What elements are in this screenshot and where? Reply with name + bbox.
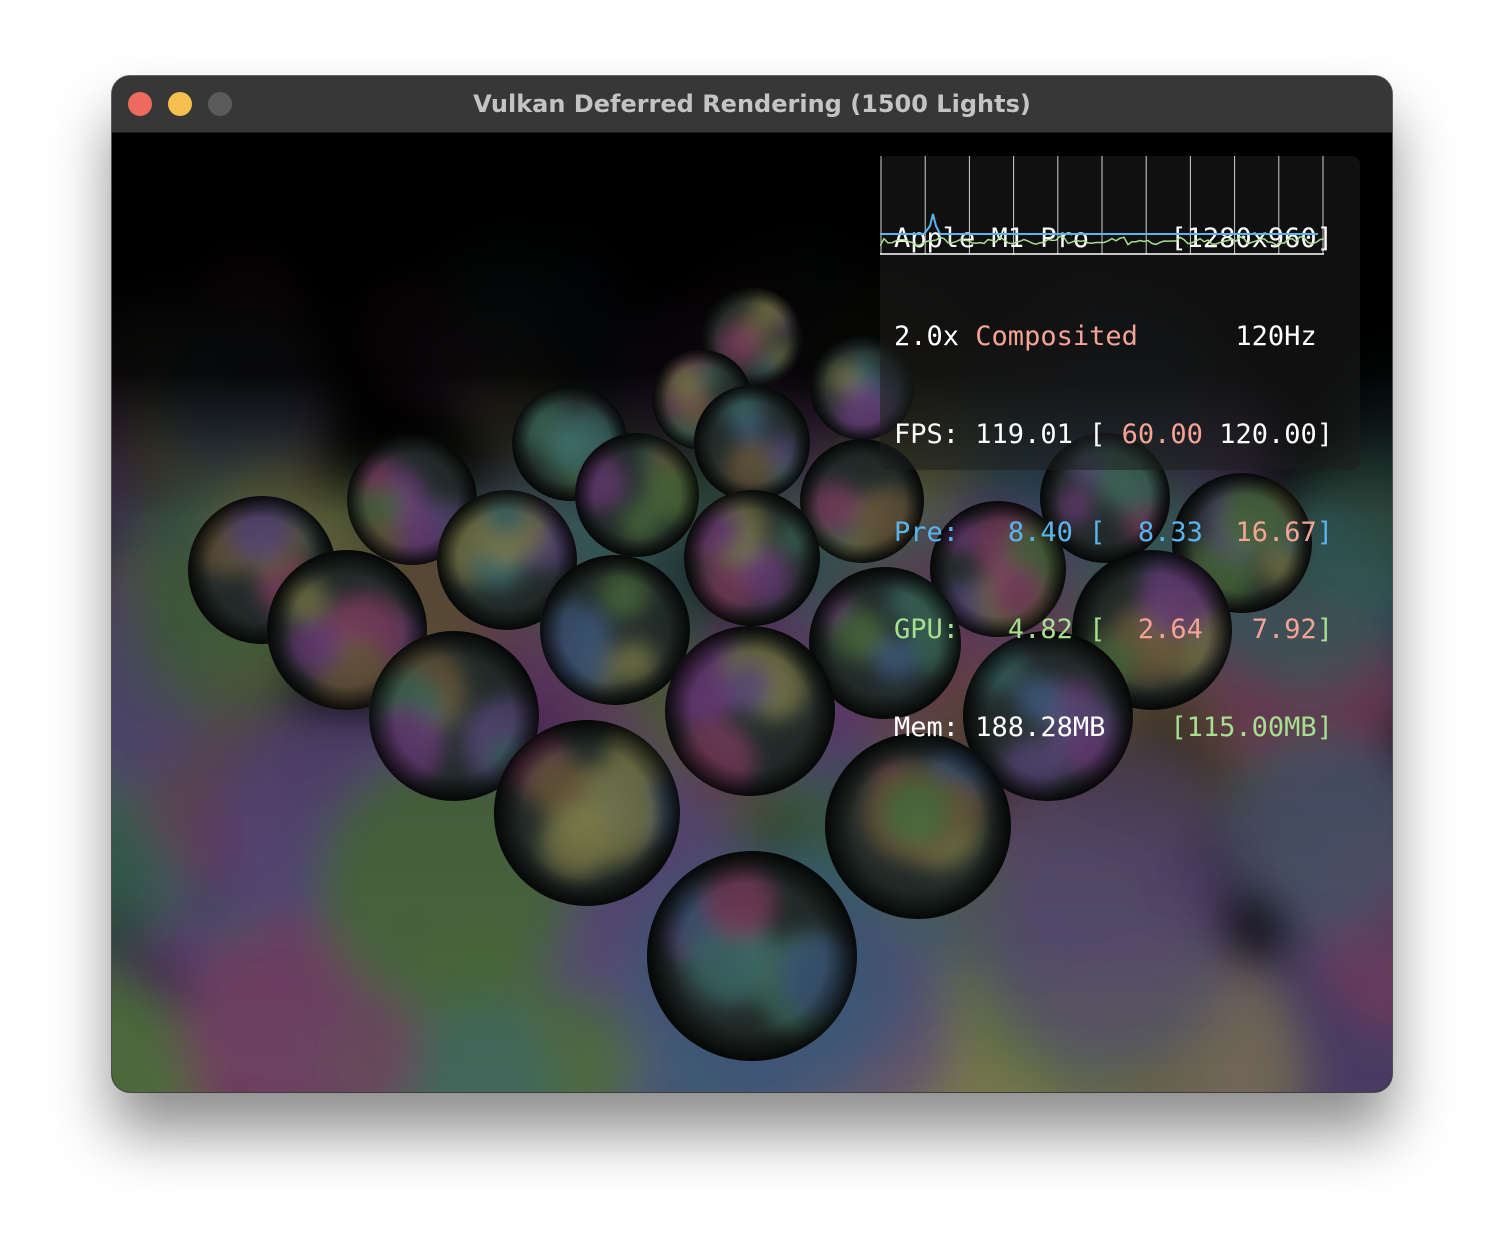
frame-time-graph xyxy=(880,156,1324,255)
pre-label: Pre: xyxy=(894,516,960,548)
pre-min: 8.33 xyxy=(1137,516,1203,548)
sphere xyxy=(684,490,820,626)
render-viewport[interactable]: Apple M1 Pro [1280x960] 2.0x Composited … xyxy=(112,133,1392,1092)
fps-min: 60.00 xyxy=(1121,418,1203,450)
fps-value: 119.01 xyxy=(975,418,1073,450)
pre-close-bracket: ] xyxy=(1316,516,1333,548)
gpu-label: GPU: xyxy=(894,614,960,646)
gpu-min: 2.64 xyxy=(1137,614,1203,646)
gpu-open-bracket: [ xyxy=(1089,614,1106,646)
refresh-rate: 120Hz xyxy=(1235,320,1317,352)
pre-open-bracket: [ xyxy=(1089,516,1106,548)
gpu-close-bracket: ] xyxy=(1316,614,1333,646)
performance-overlay: Apple M1 Pro [1280x960] 2.0x Composited … xyxy=(880,156,1360,743)
title-bar[interactable]: Vulkan Deferred Rendering (1500 Lights) xyxy=(112,76,1392,133)
stats-mode-line: 2.0x Composited 120Hz xyxy=(894,321,1333,354)
fps-open-bracket: [ xyxy=(1089,418,1106,450)
window-title: Vulkan Deferred Rendering (1500 Lights) xyxy=(473,90,1031,118)
fps-max: 120.00 xyxy=(1219,418,1317,450)
mem-budget: [115.00MB] xyxy=(1170,712,1333,744)
fps-close-bracket: ] xyxy=(1316,418,1333,450)
pre-value: 8.40 xyxy=(1007,516,1073,548)
mem-value: 188.28MB xyxy=(975,712,1106,744)
fps-label: FPS: xyxy=(894,418,960,450)
gpu-value: 4.82 xyxy=(1007,614,1073,646)
mem-label: Mem: xyxy=(894,712,960,744)
stats-mem-line: Mem: 188.28MB [115.00MB] xyxy=(894,712,1333,745)
stats-fps-line: FPS: 119.01 [ 60.00 120.00] xyxy=(894,419,1333,452)
scale-factor: 2.0x xyxy=(894,320,960,352)
present-mode: Composited xyxy=(975,320,1138,352)
sphere xyxy=(694,385,810,501)
stats-pre-line: Pre: 8.40 [ 8.33 16.67] xyxy=(894,517,1333,550)
stats-gpu-line: GPU: 4.82 [ 2.64 7.92] xyxy=(894,614,1333,647)
app-window: Vulkan Deferred Rendering (1500 Lights) xyxy=(112,76,1392,1092)
graph-pre-series xyxy=(880,213,1318,235)
pre-max: 16.67 xyxy=(1235,516,1317,548)
gpu-max: 7.92 xyxy=(1251,614,1317,646)
